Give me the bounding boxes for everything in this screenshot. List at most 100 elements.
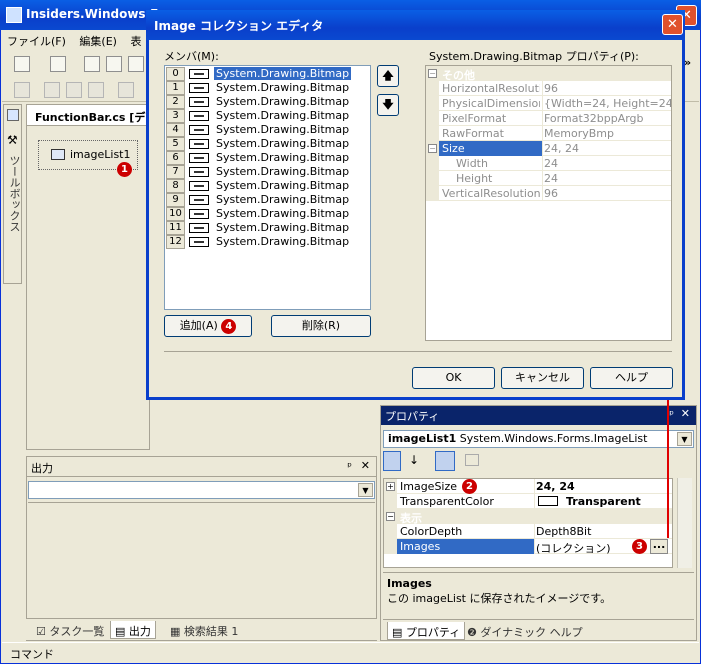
member-item[interactable]: 0 System.Drawing.Bitmap (166, 67, 370, 81)
tab-properties[interactable]: ▤ プロパティ (387, 622, 466, 640)
member-item[interactable]: 8 System.Drawing.Bitmap (166, 179, 370, 193)
bitmap-thumbnail-icon (189, 195, 209, 205)
align-right-icon[interactable] (88, 82, 104, 98)
collapse-icon[interactable]: − (386, 512, 395, 521)
save-icon[interactable] (106, 56, 122, 72)
properties-close-icon[interactable]: ✕ (681, 407, 690, 420)
bitmap-prop-value: 24, 24 (544, 142, 579, 155)
member-item[interactable]: 4 System.Drawing.Bitmap (166, 123, 370, 137)
member-name: System.Drawing.Bitmap (216, 235, 350, 248)
align-top-icon[interactable] (118, 82, 134, 98)
align-left-icon[interactable] (44, 82, 60, 98)
server-explorer-icon[interactable] (7, 109, 19, 121)
prop-key: Images (400, 540, 441, 553)
bitmap-prop-row[interactable]: VerticalResolution 96 (426, 186, 671, 201)
collapse-icon[interactable]: − (428, 69, 437, 78)
bitmap-prop-row[interactable]: PhysicalDimension {Width=24, Height=24} (426, 96, 671, 111)
open-folder-icon[interactable] (84, 56, 100, 72)
member-item[interactable]: 6 System.Drawing.Bitmap (166, 151, 370, 165)
menu-file[interactable]: ファイル(F) (2, 30, 71, 52)
properties-view-icon[interactable] (435, 451, 455, 471)
move-up-button[interactable]: 🡅 (377, 65, 399, 87)
member-name: System.Drawing.Bitmap (216, 123, 350, 136)
member-item[interactable]: 3 System.Drawing.Bitmap (166, 109, 370, 123)
events-icon[interactable] (465, 454, 479, 466)
ellipsis-button[interactable]: ... (650, 539, 668, 554)
output-text-area[interactable] (28, 502, 375, 617)
bitmap-property-grid: − その他 HorizontalResolutio 96 PhysicalDimensi… (425, 65, 672, 341)
tab-task-list[interactable]: ☑ タスク一覧 (32, 621, 108, 639)
dialog-close-button[interactable]: ✕ (662, 14, 683, 35)
cancel-button[interactable]: キャンセル (501, 367, 584, 389)
move-down-button[interactable]: 🡇 (377, 94, 399, 116)
member-index: 9 (166, 193, 185, 207)
task-list-icon: ☑ (36, 625, 50, 638)
toolbox-tab[interactable]: ⚒ ツールボックス (3, 104, 22, 284)
bitmap-prop-row[interactable]: PixelFormat Format32bppArgb (426, 111, 671, 126)
new-project-icon[interactable] (14, 56, 30, 72)
bitmap-prop-row[interactable]: Width 24 (426, 156, 671, 171)
bitmap-prop-row[interactable]: RawFormat MemoryBmp (426, 126, 671, 141)
menu-edit[interactable]: 編集(E) (74, 30, 122, 52)
prop-row-imagesize[interactable]: + ImageSize 2 24, 24 (384, 479, 672, 494)
bottom-tabs: ☑ タスク一覧 ▤ 出力 ▦ 検索結果 1 (26, 618, 377, 640)
tab-search-results[interactable]: ▦ 検索結果 1 (166, 621, 242, 639)
prop-category-display[interactable]: − 表示 (384, 509, 672, 525)
bitmap-thumbnail-icon (189, 181, 209, 191)
toolbox-icon[interactable]: ⚒ (7, 133, 18, 147)
align-grid-icon[interactable] (14, 82, 30, 98)
member-item[interactable]: 5 System.Drawing.Bitmap (166, 137, 370, 151)
menu-view[interactable]: 表 (125, 30, 146, 52)
tab-dynamic-help[interactable]: ❷ ダイナミック ヘルプ (463, 622, 587, 640)
object-selector-chevron-icon[interactable]: ▼ (677, 432, 692, 446)
prop-row-images[interactable]: Images (コレクション) 3 ... (384, 539, 672, 555)
members-list[interactable]: 0 System.Drawing.Bitmap 1 System.Drawing.Bi… (164, 65, 371, 310)
bitmap-prop-row[interactable]: Height 24 (426, 171, 671, 186)
save-all-icon[interactable] (128, 56, 144, 72)
prop-row-colordepth[interactable]: ColorDepth Depth8Bit (384, 524, 672, 539)
chevron-down-icon[interactable]: ▼ (358, 483, 373, 497)
ok-button[interactable]: OK (412, 367, 495, 389)
output-source-select[interactable]: ▼ (28, 481, 375, 499)
prop-key: ImageSize (400, 480, 458, 493)
output-panel-title: 出力 (31, 462, 53, 475)
document-tab[interactable]: FunctionBar.cs [デ (26, 104, 150, 126)
member-item[interactable]: 12 System.Drawing.Bitmap (166, 235, 370, 249)
member-index: 3 (166, 109, 185, 123)
expand-icon[interactable]: + (386, 482, 395, 491)
pin-icon[interactable]: ᵖ (347, 460, 352, 473)
output-close-icon[interactable]: ✕ (361, 459, 370, 472)
bitmap-prop-row[interactable]: HorizontalResolutio 96 (426, 81, 671, 96)
property-grid: + ImageSize 2 24, 24 TransparentColor Tr… (383, 478, 673, 568)
prop-row-transparentcolor[interactable]: TransparentColor Transparent (384, 494, 672, 509)
member-item[interactable]: 11 System.Drawing.Bitmap (166, 221, 370, 235)
toolbar-overflow-icon[interactable]: » (684, 56, 691, 69)
member-index: 8 (166, 179, 185, 193)
member-name: System.Drawing.Bitmap (216, 151, 350, 164)
bitmap-prop-key: Height (456, 172, 493, 185)
categorized-icon[interactable] (383, 451, 401, 471)
help-button[interactable]: ヘルプ (590, 367, 673, 389)
bitmap-prop-row[interactable]: − Size 24, 24 (426, 141, 671, 156)
member-item[interactable]: 9 System.Drawing.Bitmap (166, 193, 370, 207)
member-item[interactable]: 1 System.Drawing.Bitmap (166, 81, 370, 95)
object-selector[interactable]: imageList1 System.Windows.Forms.ImageLis… (383, 430, 694, 448)
object-name: imageList1 (388, 432, 457, 445)
property-scrollbar[interactable] (677, 478, 692, 568)
property-description: Images この imageList に保存されたイメージです。 (383, 572, 694, 616)
properties-pin-icon[interactable]: ᵖ (669, 408, 674, 421)
tab-output[interactable]: ▤ 出力 (110, 621, 156, 639)
properties-panel: プロパティ ᵖ ✕ imageList1 System.Windows.Form… (380, 405, 697, 641)
collapse-icon[interactable]: − (428, 144, 437, 153)
remove-button[interactable]: 削除(R) (271, 315, 371, 337)
alphabetical-icon[interactable]: ↓ (409, 453, 419, 467)
member-item[interactable]: 2 System.Drawing.Bitmap (166, 95, 370, 109)
bitmap-prop-category[interactable]: − その他 (426, 66, 671, 82)
component-imagelist[interactable]: imageList1 1 (38, 140, 138, 177)
designer-surface (26, 125, 150, 450)
add-button[interactable]: 追加(A) 4 (164, 315, 252, 337)
align-center-icon[interactable] (66, 82, 82, 98)
add-item-icon[interactable] (50, 56, 66, 72)
member-item[interactable]: 10 System.Drawing.Bitmap (166, 207, 370, 221)
member-item[interactable]: 7 System.Drawing.Bitmap (166, 165, 370, 179)
